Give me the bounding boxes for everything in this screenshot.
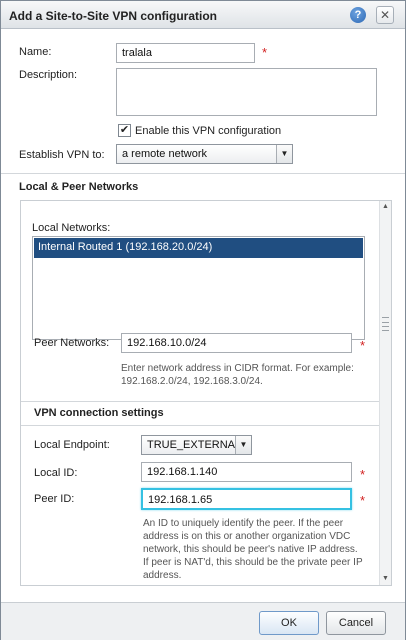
section-divider [1,173,405,174]
cancel-button[interactable]: Cancel [326,611,386,635]
scroll-thumb[interactable] [382,317,389,331]
peer-networks-input[interactable]: 192.168.10.0/24 [121,333,352,353]
settings-scroll-panel[interactable]: Local Networks: Internal Routed 1 (192.1… [20,200,392,586]
peer-networks-label: Peer Networks: [34,337,110,349]
list-item[interactable]: Internal Routed 1 (192.168.20.0/24) [34,238,363,258]
local-id-label: Local ID: [34,467,78,479]
close-icon[interactable]: ✕ [376,6,394,24]
description-textarea[interactable] [116,68,377,116]
local-id-input[interactable]: 192.168.1.140 [141,462,352,482]
establish-vpn-value: a remote network [122,148,207,160]
dialog-title: Add a Site-to-Site VPN configuration [9,9,218,23]
scroll-down-arrow-icon[interactable]: ▼ [380,573,391,585]
establish-vpn-select[interactable]: a remote network ▼ [116,144,293,164]
peer-id-required-marker: * [360,493,366,508]
ok-button[interactable]: OK [259,611,319,635]
scroll-up-arrow-icon[interactable]: ▲ [380,201,391,213]
peer-networks-required-marker: * [360,338,366,353]
section-divider [21,401,379,402]
peer-id-hint: An ID to uniquely identify the peer. If … [143,518,363,581]
local-networks-list[interactable]: Internal Routed 1 (192.168.20.0/24) [32,236,365,340]
local-endpoint-label: Local Endpoint: [34,439,110,451]
chevron-down-icon: ▼ [235,436,251,454]
local-endpoint-value: TRUE_EXTERNAL [147,439,242,451]
vpn-settings-section-title: VPN connection settings [34,407,164,419]
local-endpoint-select[interactable]: TRUE_EXTERNAL ▼ [141,435,252,455]
help-icon[interactable]: ? [350,7,366,23]
name-label: Name: [19,46,52,58]
networks-section-title: Local & Peer Networks [19,181,139,193]
chevron-down-icon: ▼ [276,145,292,163]
peer-id-input[interactable]: 192.168.1.65 [141,488,352,510]
name-input[interactable]: tralala [116,43,255,63]
name-required-marker: * [262,45,268,60]
local-id-required-marker: * [360,467,366,482]
section-divider [21,425,379,426]
vpn-dialog: Add a Site-to-Site VPN configuration ? ✕… [0,0,406,640]
establish-vpn-label: Establish VPN to: [19,149,105,161]
enable-vpn-label: Enable this VPN configuration [135,125,282,137]
dialog-footer: OK Cancel [1,602,405,640]
peer-networks-hint: Enter network address in CIDR format. Fo… [121,363,354,387]
description-label: Description: [19,69,78,81]
peer-id-label: Peer ID: [34,493,75,505]
enable-vpn-checkbox[interactable]: ✔ [118,124,131,137]
vertical-scrollbar[interactable]: ▲ ▼ [379,201,391,585]
local-networks-label: Local Networks: [32,222,111,234]
dialog-titlebar: Add a Site-to-Site VPN configuration ? ✕ [1,1,405,29]
